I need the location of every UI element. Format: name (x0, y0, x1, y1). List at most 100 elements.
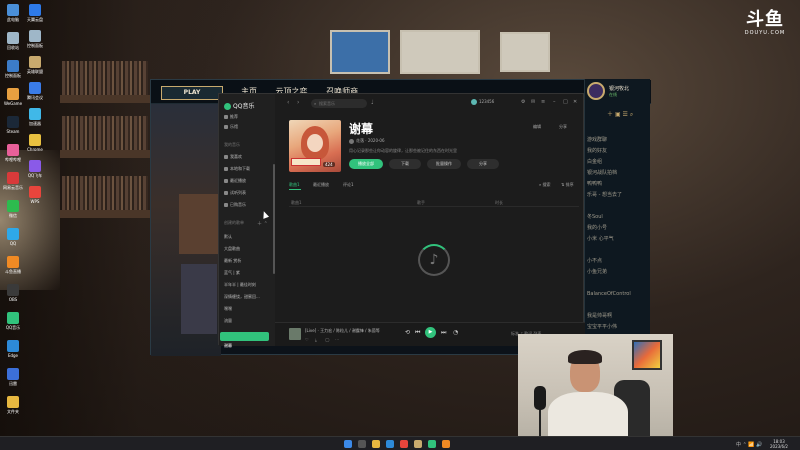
desktop-icon[interactable]: Chrome (22, 134, 48, 152)
sidebar-item-playlist[interactable]: 半年半 | 最佳时刻 (224, 282, 256, 288)
now-playing-song[interactable]: [Live] · 王力宏 / 陈粒儿 / 谢霆锋 / 朱茵等 (305, 328, 380, 334)
user-menu[interactable]: 123456 (471, 99, 494, 105)
douyu-taskbar-icon[interactable] (442, 440, 450, 448)
edge-icon[interactable] (386, 440, 394, 448)
now-playing-thumb[interactable] (289, 328, 301, 340)
friend-list-item[interactable]: 小鱼兄弟 (587, 267, 647, 278)
tab-songs[interactable]: 歌曲1 (289, 182, 300, 188)
desktop-icon[interactable]: 迅雷 (0, 368, 26, 386)
friend-list-item[interactable] (587, 300, 647, 311)
play-all-button[interactable]: 播放全部 (349, 159, 383, 169)
list-icon[interactable]: ☰ (623, 111, 628, 118)
desktop-icon[interactable]: 斗鱼直播 (0, 256, 26, 274)
sidebar-item-active-playlist[interactable]: 谢幕 (220, 332, 269, 348)
batch-button[interactable]: 批量操作 (427, 159, 461, 169)
sidebar-item-playlist[interactable]: 默认 (224, 234, 232, 240)
search-icon[interactable]: ⌕ (630, 111, 633, 118)
sidebar-item-my-music[interactable]: 我喜欢 (224, 154, 242, 160)
explorer-icon[interactable] (372, 440, 380, 448)
close-icon[interactable]: ✕ (573, 99, 577, 105)
menu-icon[interactable]: ≡ (541, 99, 545, 105)
forward-icon[interactable]: › (297, 99, 299, 106)
mail-icon[interactable]: ✉ (531, 99, 535, 105)
add-playlist-icon[interactable]: ＋ ⌃ (257, 220, 268, 227)
download-button[interactable]: 下载 (389, 159, 421, 169)
tab-comments[interactable]: 评论1 (343, 182, 354, 188)
mic-icon[interactable]: ♩ (371, 99, 374, 106)
desktop-icon[interactable]: 腾讯会议 (22, 82, 48, 100)
sidebar-item-my-music[interactable]: 试听列表 (224, 190, 246, 196)
more-icon[interactable]: ⋯ (335, 337, 339, 342)
sidebar-item-my-music[interactable]: 本地和下载 (224, 166, 250, 172)
sort-button[interactable]: ⇅ 排序 (561, 182, 574, 188)
desktop-icon[interactable]: 天翼云盘 (22, 4, 48, 22)
previous-icon[interactable]: ⏮ (415, 329, 420, 337)
desktop-icon[interactable]: 控制面板 (22, 30, 48, 48)
windows-start-icon[interactable] (344, 440, 352, 448)
play-button[interactable]: PLAY (161, 86, 223, 100)
maximize-icon[interactable]: □ (563, 99, 568, 105)
share-link[interactable]: 分享 (559, 124, 567, 130)
tab-recent[interactable]: 最近播放 (313, 182, 329, 188)
friend-list-item[interactable]: 我的小号 (587, 223, 647, 234)
friend-list-item[interactable] (587, 201, 647, 212)
desktop-icon[interactable]: QQ音乐 (0, 312, 26, 330)
like-icon[interactable]: ♡ (305, 337, 309, 342)
sidebar-item-playlist[interactable]: 蓝气 | 紫 (224, 270, 240, 276)
desktop-icon[interactable]: 文件夹 (0, 396, 26, 414)
friend-list-item[interactable]: 我是帅哥啊 (587, 311, 647, 322)
search-input[interactable] (311, 99, 367, 108)
sidebar-item-playlist[interactable]: 大盘歌曲 (224, 246, 240, 252)
song-search-button[interactable]: ⌕ 搜索 (539, 182, 551, 188)
volume-icon[interactable]: ◔ (453, 329, 458, 336)
friend-list-item[interactable]: 小米 心平气 (587, 234, 647, 245)
friend-list-item[interactable]: 小不点 (587, 256, 647, 267)
friend-list-item[interactable]: 乐哥 - 想当去了 (587, 190, 647, 201)
play-pause-button[interactable]: ▶ (425, 327, 436, 338)
folder-icon[interactable]: ▣ (615, 111, 621, 118)
minimize-icon[interactable]: – (553, 99, 556, 105)
back-icon[interactable]: ‹ (287, 99, 289, 106)
search-icon[interactable] (358, 440, 366, 448)
sidebar-item-recommend[interactable]: 推荐 (224, 114, 238, 120)
edit-link[interactable]: 编辑 (533, 124, 541, 130)
friend-list-item[interactable]: 银河战队拍档 (587, 168, 647, 179)
friend-list-item[interactable]: BalanceOfControl (587, 289, 647, 300)
friend-list-item[interactable]: 宝宝平平小伟 (587, 322, 647, 333)
desktop-icon[interactable]: Edge (0, 340, 26, 358)
desktop-icon[interactable]: QQ飞车 (22, 160, 48, 178)
sidebar-item-playlist[interactable]: 深情缠绕，甜蜜回... (224, 294, 260, 300)
sidebar-item-playlist[interactable]: 最新 赏析 (224, 258, 241, 264)
qqmusic-taskbar-icon[interactable] (428, 440, 436, 448)
avatar[interactable] (587, 82, 605, 100)
friend-status[interactable]: 在线 (609, 92, 617, 98)
sidebar-item-library[interactable]: 乐馆 (224, 124, 238, 130)
desktop-icon[interactable]: 英雄联盟 (22, 56, 48, 74)
desktop-icon[interactable]: OBS (0, 284, 26, 302)
next-icon[interactable]: ⏭ (441, 329, 446, 337)
system-tray[interactable]: 中 ⌃ 📶 🔊 (736, 441, 762, 448)
download-icon[interactable]: ⤓ (315, 337, 317, 342)
friend-list-item[interactable]: 白金组 (587, 157, 647, 168)
desktop-icon[interactable]: WPS (22, 186, 48, 204)
sidebar-item-my-music[interactable]: 最近播放 (224, 178, 246, 184)
settings-icon[interactable]: ⚙ (521, 99, 525, 105)
sidebar-item-my-music[interactable]: 已购音乐 (224, 202, 246, 208)
chrome-icon[interactable] (400, 440, 408, 448)
sidebar-item-playlist[interactable]: 流量 (224, 318, 232, 324)
loop-icon[interactable]: ⟲ (405, 329, 410, 336)
friend-list-item[interactable] (587, 278, 647, 289)
add-friend-icon[interactable]: ＋ (607, 111, 613, 118)
friend-list-item[interactable]: 我的好友 (587, 146, 647, 157)
desktop-icon[interactable]: 加速器 (22, 108, 48, 126)
sidebar-item-playlist[interactable]: 嘿嘿 (224, 306, 232, 312)
avatar[interactable] (349, 138, 354, 144)
friend-list-item[interactable]: 游戏群聊 (587, 135, 647, 146)
clock[interactable]: 18:03 2023/6/2 (770, 439, 788, 449)
comment-icon[interactable]: ◯ (325, 337, 329, 342)
friend-list-item[interactable] (587, 245, 647, 256)
friend-list-item[interactable]: 冬Soul (587, 212, 647, 223)
league-icon[interactable] (414, 440, 422, 448)
desktop-icon[interactable]: QQ (0, 228, 26, 246)
share-button[interactable]: 分享 (467, 159, 499, 169)
